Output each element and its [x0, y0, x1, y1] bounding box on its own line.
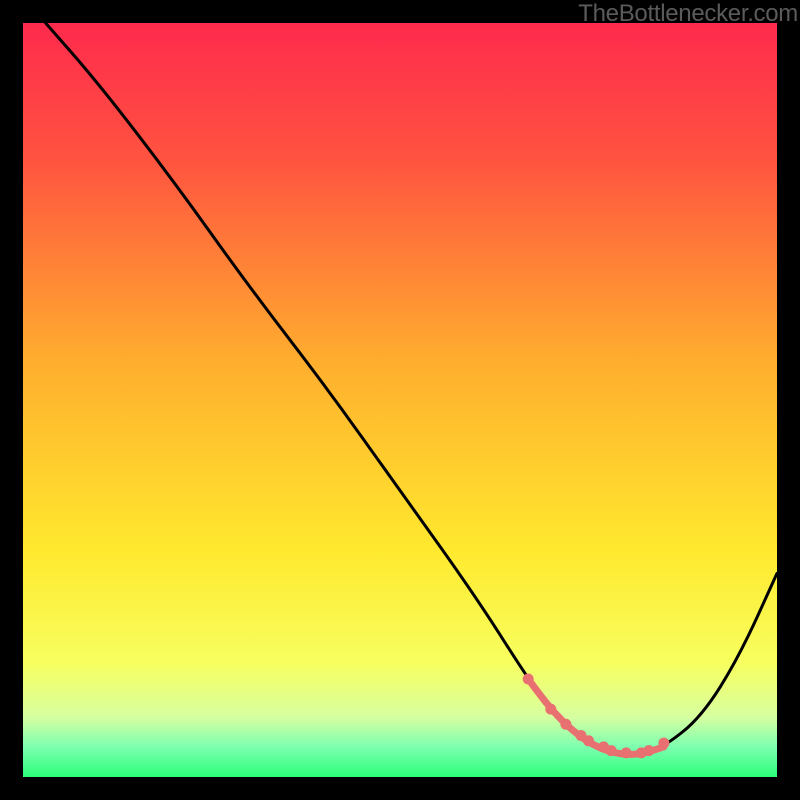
marker-dot — [606, 745, 617, 756]
watermark-text: TheBottlenecker.com — [578, 0, 798, 28]
marker-dot — [545, 704, 556, 715]
marker-dot — [583, 735, 594, 746]
chart-container — [23, 23, 777, 777]
marker-dot — [658, 738, 669, 749]
marker-dot — [621, 747, 632, 758]
gradient-background — [23, 23, 777, 777]
bottleneck-chart — [23, 23, 777, 777]
marker-dot — [643, 745, 654, 756]
marker-dot — [523, 673, 534, 684]
marker-dot — [560, 719, 571, 730]
